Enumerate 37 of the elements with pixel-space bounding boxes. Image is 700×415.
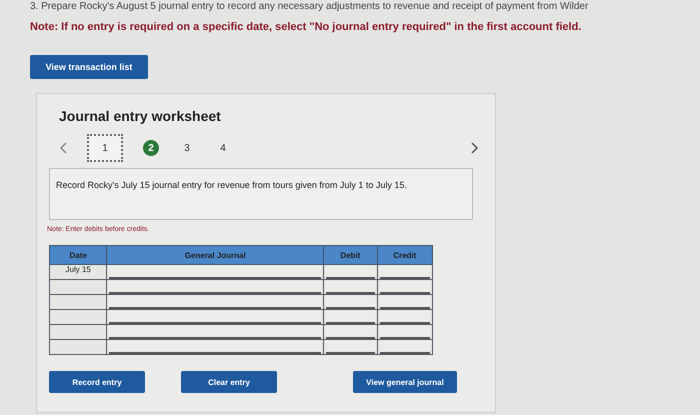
column-header: Credit [377, 246, 432, 264]
debit-field[interactable] [326, 310, 375, 324]
debit-field[interactable] [326, 325, 375, 339]
credit-field[interactable] [380, 325, 430, 339]
credit-field[interactable] [380, 340, 430, 354]
clear-entry-button[interactable]: Clear entry [181, 371, 277, 393]
debit-field[interactable] [326, 340, 375, 354]
worksheet-title: Journal entry worksheet [59, 108, 222, 124]
account-field[interactable] [109, 280, 322, 294]
column-header: General Journal [106, 246, 324, 264]
step-tab[interactable]: 1 [87, 134, 123, 162]
column-header: Date [50, 246, 107, 264]
debit-field[interactable] [326, 280, 375, 294]
debit-field[interactable] [326, 295, 375, 309]
credit-field[interactable] [380, 295, 430, 309]
next-chevron-icon[interactable] [471, 142, 479, 154]
debit-field[interactable] [326, 265, 375, 279]
account-field[interactable] [109, 265, 322, 279]
credit-field[interactable] [380, 280, 430, 294]
credit-field[interactable] [380, 265, 430, 279]
account-field[interactable] [109, 340, 322, 354]
record-entry-button[interactable]: Record entry [49, 371, 145, 393]
column-header: Debit [324, 246, 378, 264]
view-transaction-list-button[interactable]: View transaction list [30, 55, 148, 79]
account-field[interactable] [109, 325, 322, 339]
step-tab[interactable]: 4 [215, 140, 231, 156]
account-field[interactable] [109, 310, 322, 324]
step-tab[interactable]: 2 [143, 140, 159, 156]
instruction-text: Record Rocky's July 15 journal entry for revenue from tours given from July 1 to July 15. [49, 168, 473, 220]
view-general-journal-button[interactable]: View general journal [353, 371, 457, 393]
step-tab[interactable]: 3 [179, 140, 195, 156]
note-text: Note: If no entry is required on a specific date, select "No journal entry required" in the first account field. [30, 21, 582, 33]
date-cell: July 15 [66, 265, 91, 274]
question-text: 3. Prepare Rocky's August 5 journal entry to record any necessary adjustments to revenue and receipt of payment from Wilder [30, 0, 590, 13]
previous-chevron-icon[interactable] [59, 142, 67, 154]
credit-field[interactable] [380, 310, 430, 324]
account-field[interactable] [109, 295, 322, 309]
